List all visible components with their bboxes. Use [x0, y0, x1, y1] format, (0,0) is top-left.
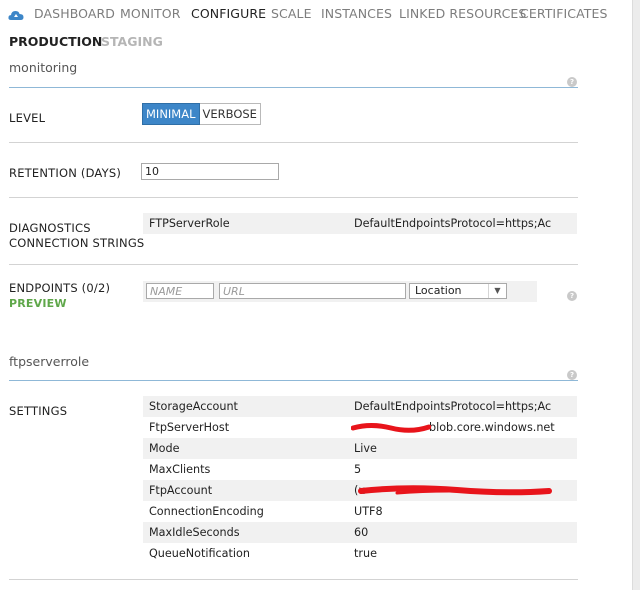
- question-icon[interactable]: ?: [567, 77, 577, 87]
- section-divider: [9, 380, 578, 381]
- setting-value: 5: [354, 463, 362, 476]
- setting-key: StorageAccount: [149, 400, 238, 413]
- endpoint-name-input[interactable]: [146, 283, 214, 299]
- setting-value: (u: [354, 484, 366, 497]
- diagnostics-label-line2: CONNECTION STRINGS: [9, 236, 145, 250]
- question-icon[interactable]: ?: [567, 291, 577, 301]
- section-divider: [9, 87, 578, 88]
- connection-value: DefaultEndpointsProtocol=https;Acco: [354, 217, 551, 230]
- level-label: LEVEL: [9, 111, 46, 125]
- diagnostics-label-line1: DIAGNOSTICS: [9, 221, 91, 235]
- setting-key: FtpAccount: [149, 484, 213, 497]
- table-row[interactable]: FTPServerRole DefaultEndpointsProtocol=h…: [143, 213, 577, 234]
- setting-value: DefaultEndpointsProtocol=https;Acco: [354, 400, 551, 413]
- setting-key: Mode: [149, 442, 180, 455]
- setting-key: FtpServerHost: [149, 421, 230, 434]
- nav-linked-resources[interactable]: LINKED RESOURCES: [399, 6, 526, 21]
- cloud-service-icon: [8, 11, 24, 20]
- location-select[interactable]: Location ▼: [409, 283, 507, 299]
- row-divider: [9, 142, 578, 143]
- location-select-value: Location: [415, 284, 462, 297]
- table-row[interactable]: Mode Live: [143, 438, 577, 459]
- diagnostics-connection-table: FTPServerRole DefaultEndpointsProtocol=h…: [143, 213, 577, 234]
- nav-scale[interactable]: SCALE: [271, 6, 312, 21]
- question-icon[interactable]: ?: [567, 370, 577, 380]
- row-divider: [9, 579, 578, 580]
- role-section-title: ftpserverrole: [9, 354, 90, 369]
- setting-key: QueueNotification: [149, 547, 250, 560]
- settings-label: SETTINGS: [9, 404, 68, 418]
- nav-monitor[interactable]: MONITOR: [120, 6, 181, 21]
- tab-staging[interactable]: STAGING: [101, 34, 163, 49]
- setting-key: MaxClients: [149, 463, 211, 476]
- settings-table: StorageAccount DefaultEndpointsProtocol=…: [143, 396, 577, 564]
- setting-value: blob.core.windows.net: [429, 421, 555, 434]
- table-row[interactable]: MaxClients 5: [143, 459, 577, 480]
- endpoints-label: ENDPOINTS (0/2) PREVIEW: [9, 281, 110, 311]
- diagnostics-label: DIAGNOSTICS CONNECTION STRINGS: [9, 221, 144, 251]
- nav-instances[interactable]: INSTANCES: [321, 6, 392, 21]
- setting-value: true: [354, 547, 377, 560]
- endpoints-count-label: ENDPOINTS (0/2): [9, 281, 111, 295]
- tab-production[interactable]: PRODUCTION: [9, 34, 102, 49]
- level-minimal-option[interactable]: MINIMAL: [142, 103, 200, 125]
- level-toggle: MINIMAL VERBOSE: [142, 103, 261, 125]
- setting-value: UTF8: [354, 505, 383, 518]
- table-row[interactable]: MaxIdleSeconds 60: [143, 522, 577, 543]
- row-divider: [9, 197, 578, 198]
- table-row[interactable]: ConnectionEncoding UTF8: [143, 501, 577, 522]
- table-row[interactable]: StorageAccount DefaultEndpointsProtocol=…: [143, 396, 577, 417]
- endpoint-input-row: Location ▼: [143, 281, 537, 302]
- chevron-down-icon: ▼: [488, 284, 506, 298]
- redaction-scribble: [351, 423, 431, 433]
- setting-key: MaxIdleSeconds: [149, 526, 240, 539]
- connection-key: FTPServerRole: [149, 217, 230, 230]
- monitoring-section-title: monitoring: [9, 60, 78, 75]
- vertical-scrollbar[interactable]: [632, 0, 640, 590]
- retention-input[interactable]: [141, 163, 279, 180]
- setting-key: ConnectionEncoding: [149, 505, 264, 518]
- table-row[interactable]: FtpServerHost blob.core.windows.net: [143, 417, 577, 438]
- preview-badge: PREVIEW: [9, 297, 67, 310]
- setting-value: 60: [354, 526, 369, 539]
- top-navigation: DASHBOARD MONITOR CONFIGURE SCALE INSTAN…: [0, 0, 625, 30]
- nav-dashboard[interactable]: DASHBOARD: [34, 6, 115, 21]
- retention-label: RETENTION (DAYS): [9, 166, 122, 180]
- level-verbose-option[interactable]: VERBOSE: [199, 103, 261, 125]
- table-row[interactable]: FtpAccount (u: [143, 480, 577, 501]
- nav-certificates[interactable]: CERTIFICATES: [520, 6, 608, 21]
- setting-value: Live: [354, 442, 377, 455]
- endpoint-url-input[interactable]: [219, 283, 406, 299]
- table-row[interactable]: QueueNotification true: [143, 543, 577, 564]
- nav-configure[interactable]: CONFIGURE: [191, 6, 266, 21]
- row-divider: [9, 264, 578, 265]
